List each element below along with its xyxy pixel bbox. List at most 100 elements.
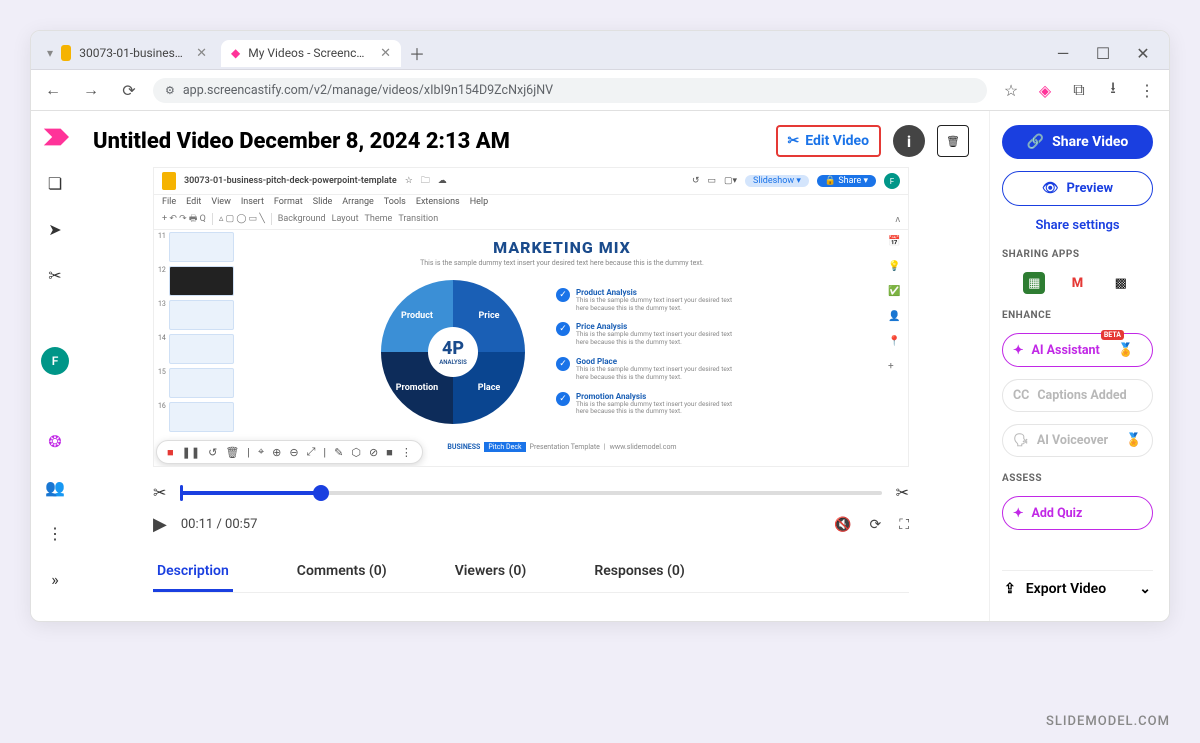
gslides-icon xyxy=(162,172,176,190)
history-icon: ↺ xyxy=(692,176,700,186)
detail-tabs: Description Comments (0) Viewers (0) Res… xyxy=(153,557,909,593)
slide-thumbnails: 11 12 13 14 15 16 xyxy=(154,230,238,460)
browser-menu-icon[interactable]: ⋮ xyxy=(1133,76,1161,104)
export-video-button[interactable]: ⇪ Export Video ⌄ xyxy=(1002,570,1153,607)
time-display: 00:11 / 00:57 xyxy=(181,517,258,532)
browser-tab-1[interactable]: ▾ 30073-01-business-pitch-deck- ✕ xyxy=(37,39,217,67)
beta-badge: BETA xyxy=(1101,330,1124,340)
right-panel: 🔗 Share Video 👁 Preview Share settings S… xyxy=(989,111,1169,621)
extensions-icon[interactable]: ⧉ xyxy=(1065,76,1093,104)
share-settings-link[interactable]: Share settings xyxy=(1002,218,1153,233)
tab-close-icon[interactable]: ✕ xyxy=(196,46,207,61)
trim-scrubber[interactable]: ✂ ✂ xyxy=(153,483,909,502)
qr-icon[interactable]: ▩ xyxy=(1110,272,1132,294)
bookmark-icon[interactable]: ☆ xyxy=(997,76,1025,104)
user-avatar[interactable]: F xyxy=(41,347,69,375)
mute-icon[interactable]: 🔇 xyxy=(834,517,851,533)
downloads-icon[interactable]: ⭳ xyxy=(1099,76,1127,104)
app-left-rail: ❏ ➤ ✂ F ❂ 👥 ⋮ » xyxy=(31,111,79,621)
edit-video-button[interactable]: ✂ Edit Video xyxy=(776,125,881,157)
player-controls: ▶ 00:11 / 00:57 🔇 ⟳ ⛶ xyxy=(153,514,909,535)
award-icon[interactable]: ❂ xyxy=(41,427,69,455)
ai-voiceover-button[interactable]: 🗣 AI Voiceover 🏅 xyxy=(1002,424,1153,457)
slides-menu: FileEditViewInsertFormatSlideArrangeTool… xyxy=(154,195,908,209)
tab-responses[interactable]: Responses (0) xyxy=(590,557,688,592)
edit-video-label: Edit Video xyxy=(805,133,869,149)
favicon-screencastify: ◆ xyxy=(231,46,240,60)
site-settings-icon[interactable]: ⚙ xyxy=(165,84,175,97)
eye-icon: 👁 xyxy=(1042,181,1059,196)
slide-canvas: MARKETING MIX This is the sample dummy t… xyxy=(238,230,886,460)
maximize-button[interactable]: ☐ xyxy=(1083,37,1123,69)
new-tab-button[interactable]: ＋ xyxy=(405,41,429,65)
reset-icon: ↺ xyxy=(208,446,217,459)
slide-heading: MARKETING MIX xyxy=(493,238,631,257)
analysis-list: ✓Product AnalysisThis is the sample dumm… xyxy=(556,288,746,416)
sharing-apps-heading: SHARING APPS xyxy=(1002,249,1153,260)
preview-button[interactable]: 👁 Preview xyxy=(1002,171,1153,206)
share-video-button[interactable]: 🔗 Share Video xyxy=(1002,125,1153,159)
pause-icon: ❚❚ xyxy=(182,446,200,459)
people-icon[interactable]: 👥 xyxy=(41,473,69,501)
video-title: Untitled Video December 8, 2024 2:13 AM xyxy=(93,129,764,154)
fullscreen-icon[interactable]: ⛶ xyxy=(899,517,909,533)
tab-viewers[interactable]: Viewers (0) xyxy=(451,557,531,592)
progress-track[interactable] xyxy=(180,491,881,495)
browser-titlebar: ▾ 30073-01-business-pitch-deck- ✕ ◆ My V… xyxy=(31,31,1169,70)
browser-tab-2-active[interactable]: ◆ My Videos - Screencastify ✕ xyxy=(221,40,401,67)
main-content: Untitled Video December 8, 2024 2:13 AM … xyxy=(79,111,989,621)
cursor-icon: ⌖ xyxy=(258,445,264,459)
send-icon[interactable]: ➤ xyxy=(41,215,69,243)
url-text: app.screencastify.com/v2/manage/videos/x… xyxy=(183,83,553,98)
library-icon[interactable]: ❏ xyxy=(41,169,69,197)
tab-close-icon[interactable]: ✕ xyxy=(380,46,391,61)
reload-button[interactable]: ⟳ xyxy=(115,76,143,104)
slide-subtitle: This is the sample dummy text insert you… xyxy=(420,259,704,267)
recording-toolbar: ■ ❚❚ ↺ 🗑 | ⌖ ⊕⊖⤢ | ✎⬡⊘■ ⋮ xyxy=(156,440,423,464)
enhance-heading: ENHANCE xyxy=(1002,310,1153,321)
classroom-icon[interactable]: ▦ xyxy=(1023,272,1045,294)
playhead-handle[interactable] xyxy=(313,485,329,501)
gmail-icon[interactable]: M xyxy=(1067,272,1089,294)
share-pill-button: 🔒 Share ▾ xyxy=(817,175,876,187)
medal-icon: 🏅 xyxy=(1126,433,1142,448)
tab-comments[interactable]: Comments (0) xyxy=(293,557,391,592)
add-quiz-button[interactable]: ✦ Add Quiz xyxy=(1002,496,1153,530)
trim-icon[interactable]: ✂ xyxy=(41,261,69,289)
slide-footer: BUSINESS Pitch Deck Presentation Templat… xyxy=(447,442,676,452)
collapse-icon[interactable]: » xyxy=(41,565,69,593)
comment-icon: ▭ xyxy=(707,176,716,186)
video-preview[interactable]: 30073-01-business-pitch-deck-powerpoint-… xyxy=(153,167,909,467)
slides-toolbar: + ↶ ↷ 🖶 Q ▵ ▢ ◯ ▭ ╲ Background Layout Th… xyxy=(154,209,908,230)
address-bar[interactable]: ⚙ app.screencastify.com/v2/manage/videos… xyxy=(153,78,987,103)
ai-assistant-button[interactable]: ✦ AI Assistant BETA 🏅 xyxy=(1002,333,1153,367)
screencastify-logo-icon[interactable] xyxy=(41,123,69,151)
watermark: SLIDEMODEL.COM xyxy=(1046,714,1170,729)
favicon-slides xyxy=(61,45,71,61)
nav-back-button[interactable]: ← xyxy=(39,76,67,104)
scissors-icon: ✂ xyxy=(788,133,800,149)
trim-start-icon[interactable]: ✂ xyxy=(153,483,166,502)
nav-forward-button[interactable]: → xyxy=(77,76,105,104)
export-icon: ⇪ xyxy=(1004,581,1016,597)
trim-end-icon[interactable]: ✂ xyxy=(896,483,909,502)
doc-title: 30073-01-business-pitch-deck-powerpoint-… xyxy=(184,176,397,186)
close-window-button[interactable]: ✕ xyxy=(1123,37,1163,69)
folder-icon: 🗀 xyxy=(421,173,430,189)
minimize-button[interactable]: — xyxy=(1043,37,1083,69)
browser-toolbar: ← → ⟳ ⚙ app.screencastify.com/v2/manage/… xyxy=(31,70,1169,111)
more-icon[interactable]: ⋮ xyxy=(41,519,69,547)
slides-titlebar: 30073-01-business-pitch-deck-powerpoint-… xyxy=(154,168,908,195)
meet-icon: ▢▾ xyxy=(724,176,737,186)
speed-icon[interactable]: ⟳ xyxy=(869,517,881,533)
captions-added-button[interactable]: CC Captions Added xyxy=(1002,379,1153,412)
link-icon: 🔗 xyxy=(1027,134,1044,150)
ext-screencastify-icon[interactable]: ◈ xyxy=(1031,76,1059,104)
play-button[interactable]: ▶ xyxy=(153,514,167,535)
tab-description[interactable]: Description xyxy=(153,557,233,592)
delete-icon[interactable]: 🗑 xyxy=(937,125,969,157)
info-icon[interactable]: i xyxy=(893,125,925,157)
assess-heading: ASSESS xyxy=(1002,473,1153,484)
record-icon: ■ xyxy=(167,446,174,459)
tab-title: 30073-01-business-pitch-deck- xyxy=(79,46,184,60)
